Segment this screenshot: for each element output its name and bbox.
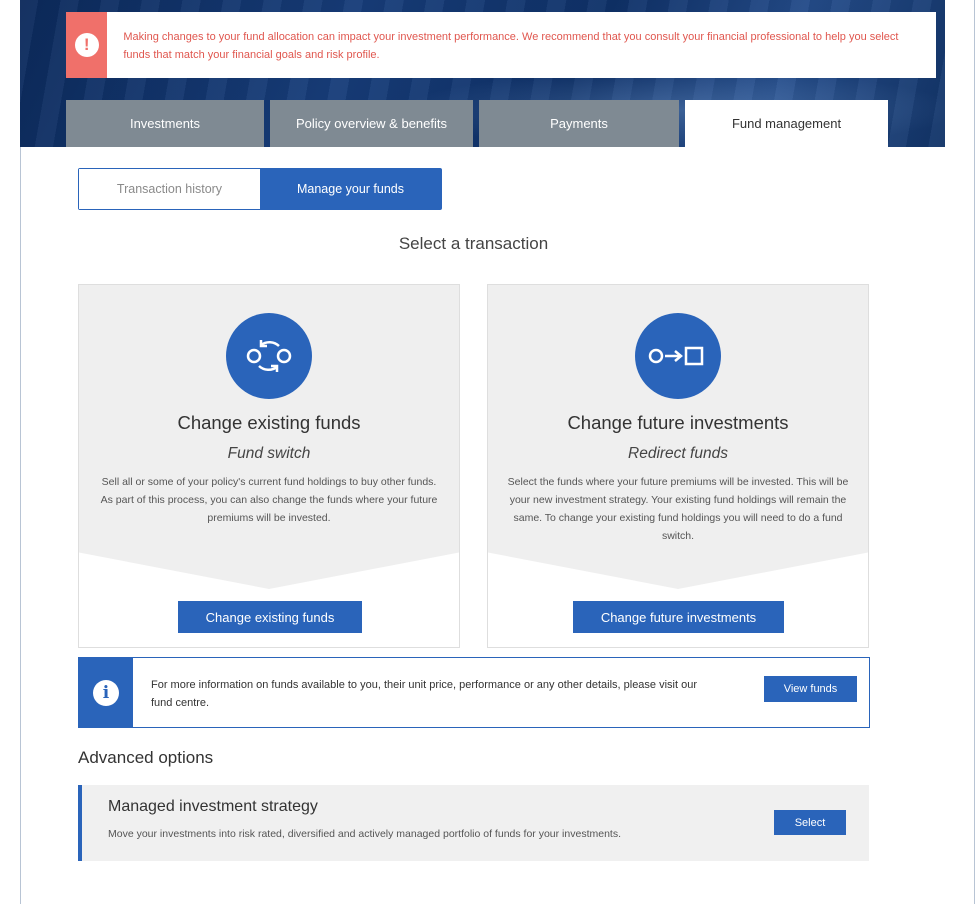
- info-text: For more information on funds available …: [151, 679, 697, 709]
- main-tabs: Investments Policy overview & benefits P…: [66, 100, 896, 147]
- card-change-existing-funds: Change existing funds Fund switch Sell a…: [78, 284, 460, 648]
- info-icon-box: i: [79, 658, 133, 727]
- alert-icon-box: !: [66, 12, 108, 78]
- fund-centre-info: i For more information on funds availabl…: [78, 657, 870, 728]
- card-subtitle: Redirect funds: [628, 445, 728, 462]
- card-subtitle: Fund switch: [227, 445, 311, 462]
- change-future-investments-button[interactable]: Change future investments: [573, 601, 784, 633]
- exclamation-icon: !: [74, 33, 99, 57]
- transaction-history-button[interactable]: Transaction history: [79, 169, 260, 209]
- section-title: Select a transaction: [398, 234, 549, 253]
- card-title: Change future investments: [567, 412, 789, 433]
- tab-payments[interactable]: Payments: [479, 100, 679, 147]
- redirect-icon: [635, 313, 721, 399]
- card-title: Change existing funds: [177, 412, 361, 433]
- view-funds-button[interactable]: View funds: [764, 676, 857, 702]
- info-icon: i: [93, 679, 119, 706]
- managed-strategy-title: Managed investment strategy: [108, 798, 318, 815]
- switch-arrows-icon: [226, 313, 312, 399]
- manage-funds-button[interactable]: Manage your funds: [260, 169, 441, 209]
- card-description: Sell all or some of your policy's curren…: [100, 476, 438, 524]
- tab-fund-management[interactable]: Fund management: [685, 100, 888, 147]
- subnav-toggle: Transaction history Manage your funds: [78, 168, 442, 210]
- tab-policy-overview[interactable]: Policy overview & benefits: [270, 100, 473, 147]
- card-change-future-investments: Change future investments Redirect funds…: [487, 284, 869, 648]
- change-existing-funds-button[interactable]: Change existing funds: [178, 601, 362, 633]
- card-description: Select the funds where your future premi…: [507, 476, 849, 542]
- alert-text: Making changes to your fund allocation c…: [123, 31, 899, 61]
- managed-strategy-description: Move your investments into risk rated, d…: [108, 828, 621, 840]
- advanced-options-heading: Advanced options: [78, 748, 214, 767]
- select-button[interactable]: Select: [774, 810, 846, 835]
- warning-alert: ! Making changes to your fund allocation…: [66, 12, 936, 78]
- managed-strategy-panel: Managed investment strategy Move your in…: [78, 785, 869, 861]
- tab-investments[interactable]: Investments: [66, 100, 264, 147]
